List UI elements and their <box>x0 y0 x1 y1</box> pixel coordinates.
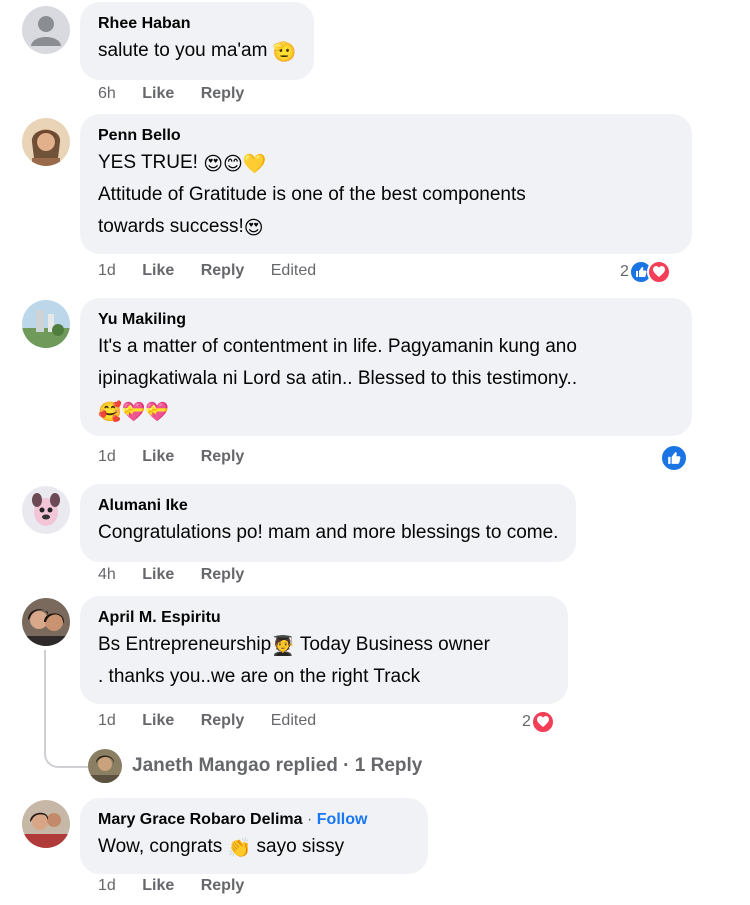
profile-photo <box>22 598 70 646</box>
emoji-group: 😍😊💛 <box>203 154 267 175</box>
comment-bubble: April M. Espiritu Bs Entrepreneurship🧑‍🎓… <box>80 596 568 704</box>
avatar[interactable] <box>22 300 70 348</box>
love-reaction-icon <box>530 710 555 734</box>
comment-bubble: Rhee Haban salute to you ma'am 🫡 <box>80 2 315 80</box>
reaction-summary[interactable] <box>660 444 688 472</box>
comment-text: ipinagkatiwala ni Lord sa atin.. Blessed… <box>98 368 578 389</box>
like-link[interactable]: Like <box>142 877 174 894</box>
avatar[interactable] <box>22 800 70 848</box>
default-avatar-icon <box>22 6 70 54</box>
replies-count-text[interactable]: Janeth Mangao replied · 1 Reply <box>132 755 422 777</box>
comment-text: Attitude of Gratitude is one of the best… <box>98 184 526 205</box>
comment-author[interactable]: Mary Grace Robaro Delima <box>98 811 303 828</box>
timestamp[interactable]: 1d <box>98 877 116 894</box>
avatar[interactable] <box>22 6 70 54</box>
reply-link[interactable]: Reply <box>201 566 245 583</box>
comment-text: Today Business owner <box>299 634 490 655</box>
profile-photo <box>22 800 70 848</box>
view-replies-link[interactable]: Janeth Mangao replied · 1 Reply <box>88 748 422 784</box>
comment-meta: 1d Like Reply Edited <box>98 262 338 280</box>
comment-author[interactable]: April M. Espiritu <box>98 607 550 629</box>
timestamp[interactable]: 6h <box>98 85 116 102</box>
comment-author[interactable]: Alumani Ike <box>98 495 558 517</box>
comment-author[interactable]: Yu Makiling <box>98 309 674 331</box>
edited-label[interactable]: Edited <box>271 712 316 729</box>
reply-link[interactable]: Reply <box>201 448 245 465</box>
comment-meta: 4h Like Reply <box>98 566 266 584</box>
reaction-count: 2 <box>620 263 629 280</box>
reply-link[interactable]: Reply <box>201 712 245 729</box>
reply-avatar <box>88 749 122 783</box>
saluting-face-emoji: 🫡 <box>272 42 297 63</box>
timestamp[interactable]: 1d <box>98 262 116 279</box>
timestamp[interactable]: 1d <box>98 448 116 465</box>
comment-text: salute to you ma'am <box>98 40 268 61</box>
avatar[interactable] <box>22 118 70 166</box>
comment-author[interactable]: Rhee Haban <box>98 13 296 35</box>
comment-bubble: Alumani Ike Congratulations po! mam and … <box>80 484 577 562</box>
comment-text: YES TRUE! <box>98 152 198 173</box>
comment-text: . thanks you..we are on the right Track <box>98 666 421 687</box>
timestamp[interactable]: 4h <box>98 566 116 583</box>
comment-bubble: Yu Makiling It's a matter of contentment… <box>80 298 692 436</box>
clapping-hands-emoji: 👏 <box>227 838 252 859</box>
reply-link[interactable]: Reply <box>201 877 245 894</box>
love-reaction-icon <box>646 260 671 284</box>
avatar[interactable] <box>22 486 70 534</box>
comment-text: Bs Entrepreneurship <box>98 634 272 655</box>
like-link[interactable]: Like <box>142 85 174 102</box>
like-link[interactable]: Like <box>142 712 174 729</box>
comment-bubble: Penn Bello YES TRUE! 😍😊💛 Attitude of Gra… <box>80 114 692 254</box>
profile-photo <box>22 300 70 348</box>
avatar[interactable] <box>22 598 70 646</box>
reaction-count: 2 <box>522 713 531 730</box>
heart-eyes-emoji: 😍 <box>243 218 264 239</box>
reaction-summary[interactable]: 2 <box>620 260 671 284</box>
graduate-emoji: 🧑‍🎓 <box>271 636 295 657</box>
comment-author[interactable]: Penn Bello <box>98 125 674 147</box>
reply-link[interactable]: Reply <box>201 85 245 102</box>
edited-label[interactable]: Edited <box>271 262 316 279</box>
comment-meta: 6h Like Reply <box>98 85 266 103</box>
emoji-group: 🥰💝💝 <box>98 402 169 423</box>
comment-meta: 1d Like Reply Edited <box>98 712 338 730</box>
like-link[interactable]: Like <box>142 262 174 279</box>
like-link[interactable]: Like <box>142 448 174 465</box>
comment-meta: 1d Like Reply <box>98 448 266 466</box>
comment-text: Wow, congrats <box>98 836 223 857</box>
reply-link[interactable]: Reply <box>201 262 245 279</box>
separator-dot: · <box>306 811 313 828</box>
comment-meta: 1d Like Reply <box>98 877 266 895</box>
comment-bubble: Mary Grace Robaro Delima · Follow Wow, c… <box>80 798 428 874</box>
profile-photo <box>22 486 70 534</box>
follow-button[interactable]: Follow <box>317 811 368 828</box>
comment-text: towards success! <box>98 216 244 237</box>
reaction-summary[interactable]: 2 <box>522 710 555 734</box>
comment-text: It's a matter of contentment in life. Pa… <box>98 336 577 357</box>
timestamp[interactable]: 1d <box>98 712 116 729</box>
like-link[interactable]: Like <box>142 566 174 583</box>
profile-photo <box>22 118 70 166</box>
comment-text: Congratulations po! mam and more blessin… <box>98 522 559 543</box>
comment-text: sayo sissy <box>256 836 345 857</box>
like-reaction-icon <box>660 444 688 472</box>
